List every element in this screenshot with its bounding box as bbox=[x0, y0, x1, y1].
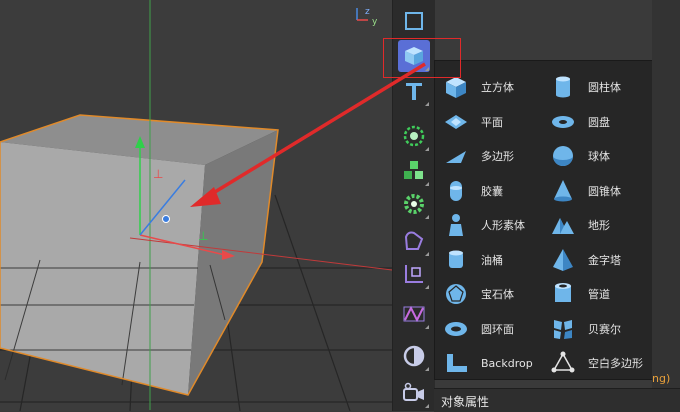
camera-tool-button[interactable] bbox=[398, 377, 430, 409]
gem-icon bbox=[443, 281, 469, 307]
torus-icon bbox=[443, 316, 469, 342]
menu-item-landscape[interactable]: 地形 bbox=[550, 209, 610, 241]
spline-tool-button[interactable] bbox=[398, 258, 430, 290]
gear-flower-icon bbox=[404, 194, 424, 214]
menu-item-label: 圆柱体 bbox=[588, 81, 621, 94]
bend-deformer-icon bbox=[404, 231, 424, 250]
deformer-tool-button[interactable] bbox=[398, 225, 430, 257]
menu-item-backdrop[interactable]: Backdrop bbox=[443, 347, 533, 379]
attributes-bar: 对象属性 bbox=[434, 388, 680, 412]
text-tool-button[interactable] bbox=[398, 75, 430, 107]
menu-item-label: 立方体 bbox=[481, 81, 514, 94]
menu-item-polygon[interactable]: 多边形 bbox=[443, 140, 514, 172]
menu-item-empty-polygon[interactable]: 空白多边形 bbox=[550, 347, 643, 379]
bezier-icon bbox=[550, 316, 576, 342]
svg-text:⊥: ⊥ bbox=[153, 167, 163, 181]
fields-icon bbox=[403, 305, 425, 323]
menu-item-pyramid[interactable]: 金字塔 bbox=[550, 244, 621, 276]
object-attributes-label: 对象属性 bbox=[441, 395, 490, 409]
right-panel-strip bbox=[652, 0, 680, 411]
mograph-tool-button[interactable] bbox=[398, 155, 430, 187]
axis-box-icon bbox=[405, 265, 423, 283]
menu-item-label: 圆环面 bbox=[481, 322, 514, 336]
menu-item-plane[interactable]: 平面 bbox=[443, 106, 503, 138]
menu-item-cone[interactable]: 圆锥体 bbox=[550, 175, 621, 207]
axis-z-label: z bbox=[365, 7, 370, 17]
3d-viewport[interactable]: ⊥ ⊥ z y bbox=[0, 0, 392, 411]
menu-item-label: 多边形 bbox=[481, 150, 514, 163]
text-T-icon bbox=[406, 83, 422, 100]
tube-icon bbox=[550, 281, 576, 307]
menu-item-label: 人形素体 bbox=[481, 219, 525, 232]
menu-item-label: 油桶 bbox=[481, 253, 503, 267]
fields-tool-button[interactable] bbox=[398, 298, 430, 330]
menu-item-label: 管道 bbox=[588, 288, 610, 301]
menu-item-label: 地形 bbox=[588, 219, 610, 232]
cubes-cluster-icon bbox=[404, 161, 423, 179]
menu-item-label: 圆盘 bbox=[588, 115, 610, 129]
axis-y-label: y bbox=[372, 17, 378, 27]
object-toolbar bbox=[392, 0, 435, 411]
menu-item-capsule[interactable]: 胶囊 bbox=[443, 175, 503, 207]
menu-item-bezier[interactable]: 贝赛尔 bbox=[550, 313, 621, 345]
menu-item-figure[interactable]: 人形素体 bbox=[443, 209, 525, 241]
backdrop-icon bbox=[443, 350, 469, 376]
menu-item-cylinder[interactable]: 圆柱体 bbox=[550, 71, 621, 103]
capsule-icon bbox=[443, 178, 469, 204]
svg-text:⊥: ⊥ bbox=[198, 229, 208, 243]
menu-item-label: Backdrop bbox=[481, 356, 533, 370]
menu-item-gem[interactable]: 宝石体 bbox=[443, 278, 514, 310]
partial-status-text: ng) bbox=[652, 372, 671, 385]
cloner-icon bbox=[403, 125, 425, 147]
cylinder-icon bbox=[550, 74, 576, 100]
cloner-tool-button[interactable] bbox=[398, 120, 430, 152]
menu-item-label: 空白多边形 bbox=[588, 357, 643, 370]
menu-item-label: 圆锥体 bbox=[588, 184, 621, 198]
polygon-icon bbox=[443, 143, 469, 169]
menu-item-label: 胶囊 bbox=[481, 184, 503, 198]
cube-icon bbox=[405, 47, 423, 65]
menu-item-disc[interactable]: 圆盘 bbox=[550, 106, 610, 138]
cube-icon bbox=[443, 74, 469, 100]
cube-tool-button[interactable] bbox=[398, 40, 430, 72]
plane-icon bbox=[443, 109, 469, 135]
effector-tool-button[interactable] bbox=[398, 188, 430, 220]
landscape-icon bbox=[550, 212, 576, 238]
figure-icon bbox=[443, 212, 469, 238]
empty-polygon-icon bbox=[550, 350, 576, 376]
menu-item-label: 平面 bbox=[481, 115, 503, 129]
pyramid-icon bbox=[550, 247, 576, 273]
camera-icon bbox=[403, 382, 424, 401]
menu-item-label: 贝赛尔 bbox=[588, 322, 621, 336]
oil-tank-icon bbox=[443, 247, 469, 273]
menu-item-label: 球体 bbox=[588, 150, 610, 163]
menu-item-torus[interactable]: 圆环面 bbox=[443, 313, 514, 345]
rectangle-tool-button[interactable] bbox=[398, 5, 430, 37]
disc-icon bbox=[550, 109, 576, 135]
menu-item-label: 宝石体 bbox=[481, 288, 514, 301]
square-outline-icon bbox=[405, 12, 423, 30]
environment-tool-button[interactable] bbox=[398, 340, 430, 372]
sky-sphere-icon bbox=[403, 345, 425, 367]
primitive-dropdown-menu: 立方体 圆柱体平面 圆盘多边形 球体胶囊 圆锥体人形素体 地形油桶 金字塔宝石体 管道圆环面 贝… bbox=[434, 60, 654, 380]
menu-item-label: 金字塔 bbox=[588, 253, 621, 267]
sphere-icon bbox=[550, 143, 576, 169]
menu-item-oil-tank[interactable]: 油桶 bbox=[443, 244, 503, 276]
menu-item-cube[interactable]: 立方体 bbox=[443, 71, 514, 103]
cone-icon bbox=[550, 178, 576, 204]
menu-item-tube[interactable]: 管道 bbox=[550, 278, 610, 310]
menu-item-sphere[interactable]: 球体 bbox=[550, 140, 610, 172]
